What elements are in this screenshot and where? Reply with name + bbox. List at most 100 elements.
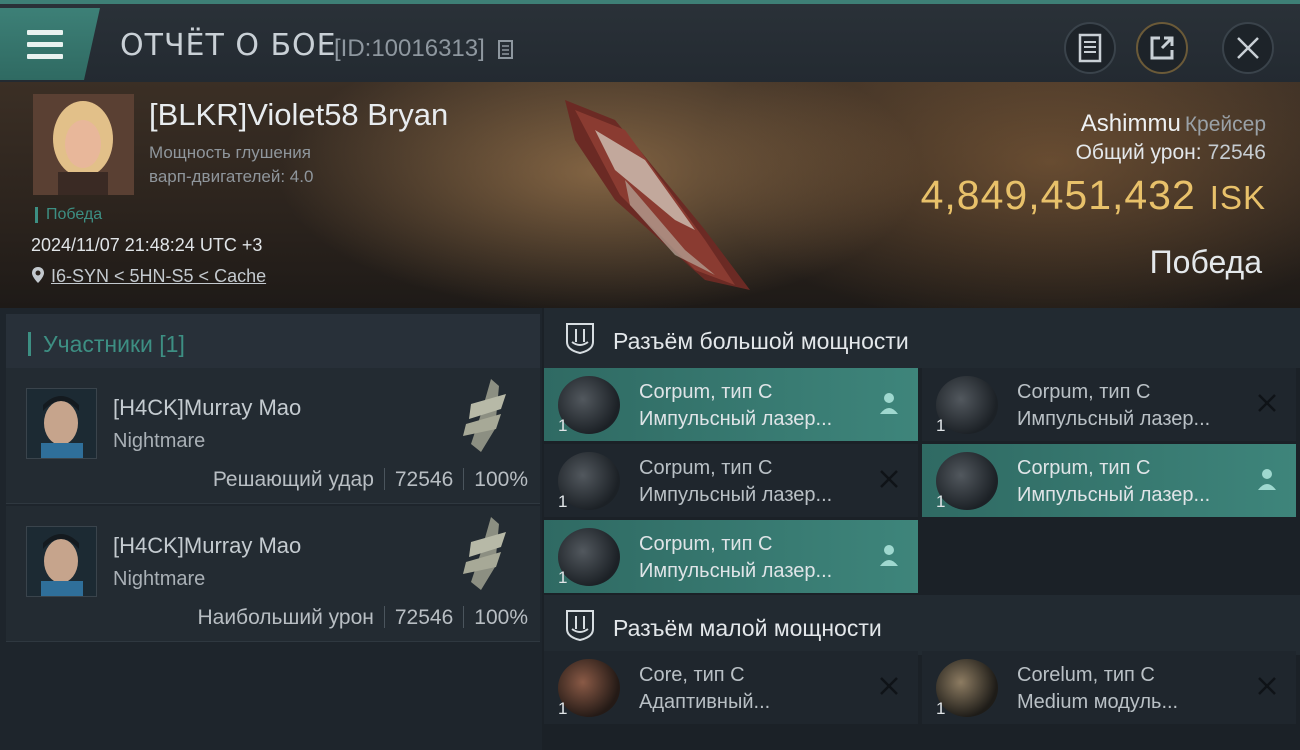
victim-ship-name[interactable]: Ashimmu Крейсер [1081,110,1266,138]
participant-damage: 72546 [394,468,454,491]
module-quantity: 1 [936,416,946,435]
isk-value: 4,849,451,432 ISK [921,172,1266,219]
module-quantity: 1 [936,699,946,718]
victim-summary: [BLKR]Violet58 Bryan Мощность глушения в… [0,82,1300,308]
victim-portrait[interactable] [33,94,134,195]
close-button[interactable] [1222,22,1274,74]
participant-stats: Наибольший урон 72546 100% [197,606,528,630]
module-card[interactable]: 1 Corelum, тип C Medium модуль... [922,651,1296,724]
document-button[interactable] [1064,22,1116,74]
participant-avatar[interactable] [26,388,97,459]
result-tag: Победа [35,207,102,223]
fitting-panel: Разъём большой мощности 1 Corpum, тип C … [544,308,1300,750]
module-name: Core, тип C [639,664,745,686]
module-type: Адаптивный... [639,691,771,713]
person-icon [880,545,898,566]
module-quantity: 1 [558,568,568,587]
low-slot-icon [566,610,594,641]
low-slot-title: Разъём малой мощности [613,615,882,641]
high-slot-icon [566,323,594,354]
total-damage-label: Общий урон: [1075,141,1202,164]
module-card[interactable]: 1 Core, тип C Адаптивный... [544,651,918,724]
participant-role: Наибольший урон [197,606,374,629]
module-name: Corpum, тип C [639,533,773,555]
module-type: Импульсный лазер... [639,484,833,506]
victim-ship-image [565,100,750,290]
participant-name[interactable]: [H4CK]Murray Mao [113,395,301,421]
document-icon [1078,33,1102,63]
close-icon [1237,37,1259,59]
person-icon [880,393,898,414]
ship-name-text: Ashimmu [1080,110,1181,137]
module-quantity: 1 [558,416,568,435]
share-icon [1150,36,1174,60]
module-quantity: 1 [558,492,568,511]
high-slot-header: Разъём большой мощности [544,308,1300,368]
victim-name[interactable]: [BLKR]Violet58 Bryan [149,97,448,133]
module-name: Corpum, тип C [639,381,773,403]
divider [383,606,385,628]
x-icon [1258,677,1276,695]
module-name: Corpum, тип C [1017,381,1151,403]
high-slot-title: Разъём большой мощности [613,328,909,354]
participant-name[interactable]: [H4CK]Murray Mao [113,533,301,559]
location-pin-icon [32,267,44,283]
divider [463,468,465,490]
report-id: [ID:10016313] [334,35,485,62]
participant-role: Решающий удар [212,468,374,491]
participants-panel: Участники [1] [H4CK]Murray Mao Nightmare… [0,308,542,750]
total-damage-value: 72546 [1207,141,1266,164]
module-type: Импульсный лазер... [639,408,833,430]
module-quantity: 1 [558,699,568,718]
module-card[interactable]: 1 Corpum, тип C Импульсный лазер... [544,368,918,441]
participants-header: Участники [1] [6,314,540,368]
module-quantity: 1 [936,492,946,511]
isk-currency: ISK [1209,179,1266,216]
participant-damage: 72546 [394,606,454,629]
page-title: ОТЧЁТ О БОЕ [120,28,337,63]
participant-row[interactable]: [H4CK]Murray Mao Nightmare Наибольший ур… [6,506,540,642]
kill-location[interactable]: I6-SYN < 5HN-S5 < Cache [31,266,266,287]
module-type: Medium модуль... [1017,691,1179,713]
module-name: Corpum, тип C [1017,457,1151,479]
warp-strength-value: варп-двигателей: 4.0 [149,167,314,186]
participant-percent: 100% [474,606,528,629]
total-damage: Общий урон: 72546 [1076,141,1266,165]
module-card[interactable]: 1 Corpum, тип C Импульсный лазер... [544,444,918,517]
x-icon [880,470,898,488]
location-link[interactable]: I6-SYN < 5HN-S5 < Cache [51,266,266,286]
divider [463,606,465,628]
participant-row[interactable]: [H4CK]Murray Mao Nightmare Решающий удар… [6,368,540,504]
low-slot-header: Разъём малой мощности [544,595,1300,655]
menu-button[interactable] [0,8,100,80]
module-name: Corelum, тип C [1017,664,1155,686]
menu-icon [27,30,63,66]
participant-ship: Nightmare [113,430,206,452]
ship-class-text: Крейсер [1184,113,1266,136]
kill-timestamp: 2024/11/07 21:48:24 UTC +3 [31,235,263,255]
participant-ship: Nightmare [113,568,206,590]
top-bar: ОТЧЁТ О БОЕ [ID:10016313] [0,0,1300,82]
person-icon [1258,469,1276,490]
participants-title: Участники [1] [28,332,185,356]
module-type: Импульсный лазер... [1017,484,1211,506]
divider [383,468,385,490]
module-card[interactable]: 1 Corpum, тип C Импульсный лазер... [922,368,1296,441]
copy-icon[interactable] [498,38,516,60]
module-type: Импульсный лазер... [1017,408,1211,430]
participant-ship-image [463,379,506,452]
participant-stats: Решающий удар 72546 100% [213,468,528,492]
module-type: Импульсный лазер... [639,560,833,582]
outcome-label: Победа [1149,244,1262,280]
participant-avatar[interactable] [26,526,97,597]
module-card[interactable]: 1 Corpum, тип C Импульсный лазер... [922,444,1296,517]
warp-strength-label: Мощность глушения [149,143,311,162]
module-card[interactable]: 1 Corpum, тип C Импульсный лазер... [544,520,918,593]
isk-amount: 4,849,451,432 [920,172,1196,218]
module-name: Corpum, тип C [639,457,773,479]
share-button[interactable] [1136,22,1188,74]
x-icon [1258,394,1276,412]
participant-ship-image [463,517,506,590]
x-icon [880,677,898,695]
participant-percent: 100% [474,468,528,491]
